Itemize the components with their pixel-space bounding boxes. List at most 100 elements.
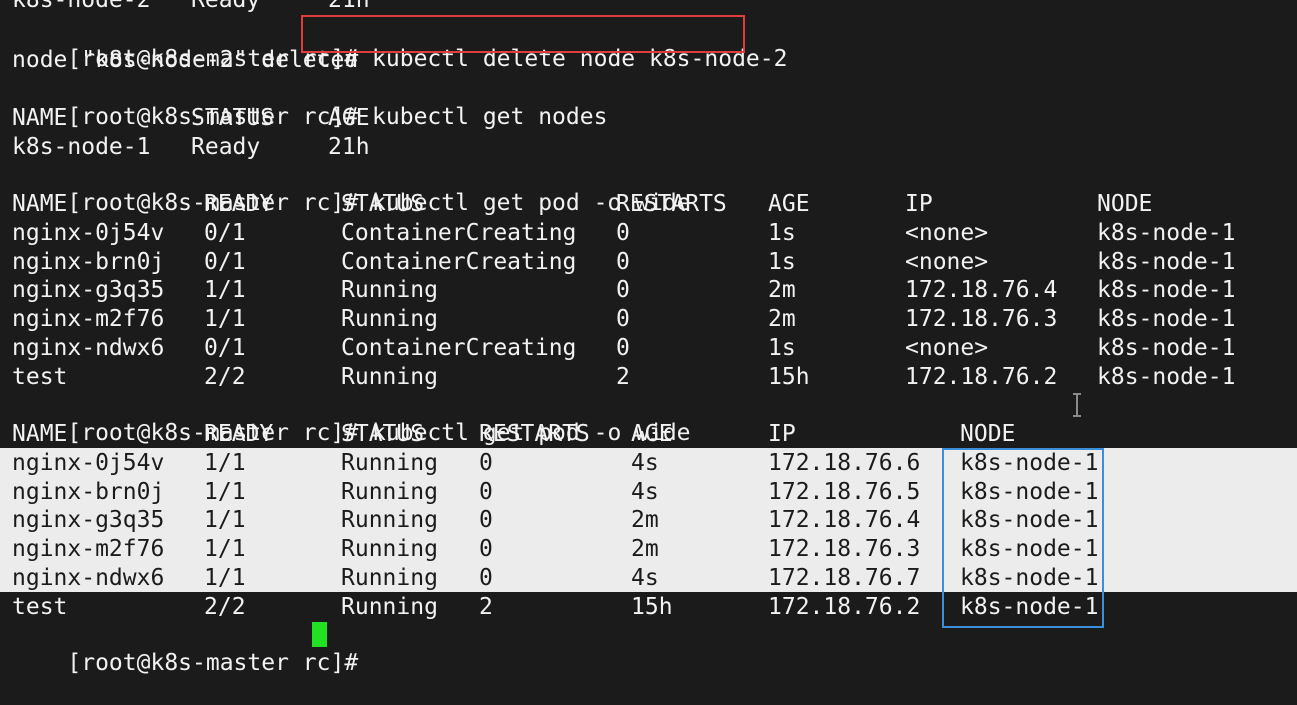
table-cell: 172.18.76.2 (768, 593, 921, 620)
table-cell: 172.18.76.3 (768, 536, 921, 562)
table-cell: 2/2 (204, 363, 246, 390)
table-cell: Running (341, 593, 438, 620)
table-cell: nginx-g3q35 (12, 507, 165, 534)
table-cell: k8s-node-1 (12, 133, 151, 160)
table-cell: 1s (768, 219, 796, 246)
table-cell: nginx-0j54v (12, 219, 165, 246)
table-cell: nginx-ndwx6 (12, 564, 165, 591)
terminal-cursor (312, 622, 327, 647)
table-cell: 172.18.76.3 (905, 306, 1058, 332)
table-cell: 0 (479, 478, 493, 505)
table-cell: test (12, 363, 68, 390)
table-cell: test (12, 593, 68, 620)
column-header: READY (204, 421, 274, 447)
table-cell: k8s-node-1 (1097, 334, 1236, 361)
table-cell: 1/1 (204, 277, 246, 304)
table-cell: 172.18.76.5 (768, 478, 921, 505)
table-cell: 0 (616, 277, 630, 304)
column-header: RESTARTS (479, 421, 590, 447)
table-cell: 0/1 (204, 219, 246, 246)
column-header: STATUS (341, 421, 425, 447)
table-cell: 0 (616, 306, 630, 332)
table-cell: nginx-0j54v (12, 449, 165, 476)
table-cell: 172.18.76.6 (768, 449, 921, 476)
table-cell: 0 (479, 564, 493, 591)
table-cell: 0 (479, 507, 493, 534)
table-cell: k8s-node-1 (1097, 219, 1236, 246)
table-cell: Running (341, 449, 438, 476)
table-cell: 1s (768, 334, 796, 361)
table-cell: 1/1 (204, 564, 246, 591)
column-header: NODE (1097, 191, 1153, 217)
table-cell: Running (341, 306, 438, 332)
table-cell: nginx-brn0j (12, 478, 165, 505)
table-cell: nginx-g3q35 (12, 277, 165, 304)
table-cell: 0 (479, 536, 493, 562)
table-cell: k8s-node-1 (1097, 277, 1236, 304)
column-header: IP (768, 421, 796, 447)
table-cell: nginx-ndwx6 (12, 334, 165, 361)
table-cell: k8s-node-1 (1097, 248, 1236, 275)
table-cell: nginx-m2f76 (12, 306, 165, 332)
command-text: kubectl get nodes (372, 104, 608, 130)
table-cell: 0 (616, 219, 630, 246)
table-cell: 2m (631, 507, 659, 534)
table-cell: 2 (616, 363, 630, 390)
table-cell: 1s (768, 248, 796, 275)
column-header: AGE (631, 421, 673, 447)
table-cell: 15h (631, 593, 673, 620)
table-cell: Running (341, 363, 438, 390)
table-cell: 0 (616, 248, 630, 275)
column-header: STATUS (191, 105, 275, 131)
column-header: NODE (960, 421, 1016, 447)
table-cell: 172.18.76.7 (768, 564, 921, 591)
table-cell: Running (341, 277, 438, 304)
table-cell: nginx-m2f76 (12, 536, 165, 562)
table-cell: Running (341, 536, 438, 562)
table-cell: 15h (768, 363, 810, 390)
table-cell: nginx-brn0j (12, 248, 165, 275)
table-cell: Running (341, 478, 438, 505)
table-cell: k8s-node-1 (1097, 306, 1236, 332)
table-cell: Running (341, 507, 438, 534)
table-cell: 172.18.76.4 (768, 507, 921, 534)
table-cell: 1/1 (204, 536, 246, 562)
table-cell: <none> (905, 219, 989, 246)
table-cell: <none> (905, 334, 989, 361)
table-cell: 4s (631, 478, 659, 505)
terminal-window[interactable]: k8s-node-2 Ready 21h [root@k8s-master rc… (0, 0, 1297, 676)
column-header: RESTARTS (616, 191, 727, 217)
node-name: k8s-node-2 (12, 0, 151, 13)
table-cell: 172.18.76.4 (905, 277, 1058, 304)
column-header: IP (905, 191, 933, 217)
final-prompt-line[interactable]: [root@k8s-master rc]# (12, 621, 358, 676)
column-header: READY (204, 191, 274, 217)
table-cell: 4s (631, 564, 659, 591)
command-line-get-pods-1: [root@k8s-master rc]# kubectl get pod -o… (12, 161, 690, 216)
table-cell: <none> (905, 248, 989, 275)
table-cell: 2m (631, 536, 659, 562)
command-line-get-pods-2: [root@k8s-master rc]# kubectl get pod -o… (12, 391, 690, 446)
table-cell: 2m (768, 306, 796, 332)
column-header: AGE (768, 191, 810, 217)
table-cell: Running (341, 564, 438, 591)
command-line-get-nodes: [root@k8s-master rc]# kubectl get nodes (12, 75, 607, 130)
table-cell: 2 (479, 593, 493, 620)
table-cell: k8s-node-1 (1097, 363, 1236, 390)
table-cell: 0/1 (204, 248, 246, 275)
node-status: Ready (191, 0, 261, 13)
table-cell: 1/1 (204, 449, 246, 476)
highlight-box-node-column (942, 448, 1104, 628)
text-cursor-ibeam-icon (1072, 393, 1082, 417)
column-header: AGE (328, 105, 370, 131)
column-header: NAME (12, 191, 68, 217)
table-cell: 2/2 (204, 593, 246, 620)
table-cell: ContainerCreating (341, 248, 577, 275)
table-cell: 4s (631, 449, 659, 476)
table-cell: ContainerCreating (341, 219, 577, 246)
table-cell: 0 (479, 449, 493, 476)
table-cell: 0 (616, 334, 630, 361)
table-cell: 0/1 (204, 334, 246, 361)
table-cell: 172.18.76.2 (905, 363, 1058, 390)
node-age: 21h (328, 0, 370, 13)
